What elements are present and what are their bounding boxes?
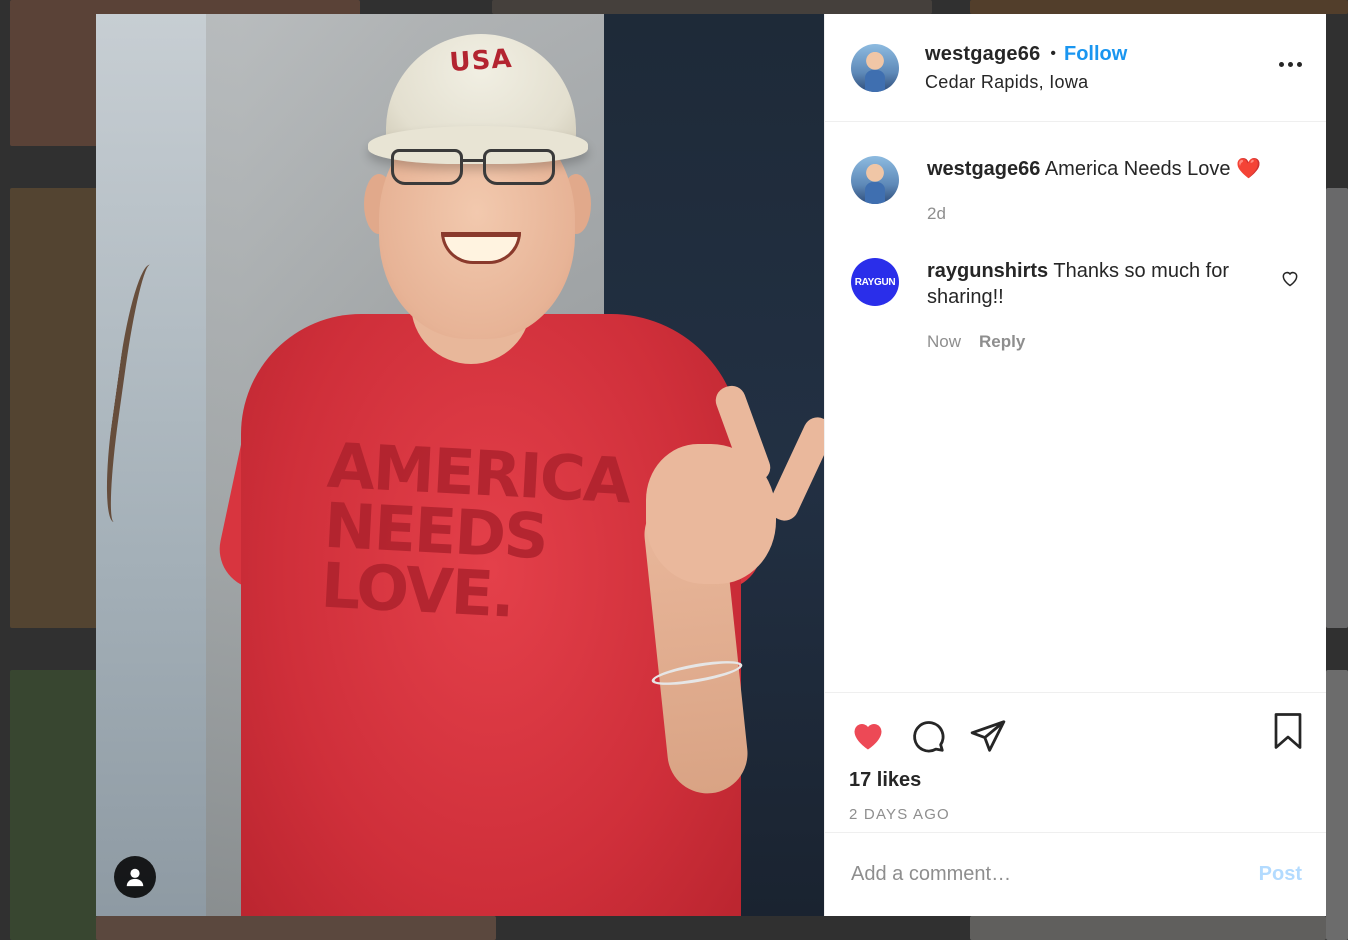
post-actions: 17 likes 2 DAYS AGO	[825, 692, 1326, 832]
comment-text: America Needs Love ❤️	[1044, 158, 1261, 180]
share-paper-plane-icon[interactable]	[969, 717, 1007, 755]
glasses-lens	[483, 149, 555, 185]
comment-username[interactable]: westgage66	[927, 158, 1040, 180]
tagged-user-icon	[126, 868, 144, 887]
comment-time[interactable]: Now	[927, 332, 961, 352]
post-photo[interactable]: AMERICA NEEDS LOVE. USA	[96, 14, 824, 916]
post-header: westgage66 • Follow Cedar Rapids, Iowa	[825, 14, 1326, 122]
author-avatar[interactable]	[851, 43, 899, 92]
shirt-text: AMERICA NEEDS LOVE.	[319, 429, 649, 633]
author-info: westgage66 • Follow Cedar Rapids, Iowa	[925, 43, 1127, 93]
post-side-panel: westgage66 • Follow Cedar Rapids, Iowa w…	[824, 14, 1326, 916]
comment-username[interactable]: raygunshirts	[927, 260, 1048, 282]
raygun-logo-text: RAYGUN	[854, 276, 896, 288]
heart-filled-icon[interactable]	[849, 718, 887, 754]
reply-button[interactable]: Reply	[979, 332, 1025, 352]
author-username[interactable]: westgage66	[925, 43, 1040, 66]
glasses-lens	[391, 149, 463, 185]
post-timestamp: 2 DAYS AGO	[849, 806, 950, 823]
bookmark-icon[interactable]	[1270, 711, 1306, 756]
finger	[764, 412, 824, 526]
comment-like-icon[interactable]	[1280, 268, 1300, 293]
add-comment-bar: Post	[825, 832, 1326, 916]
comment-bubble-icon[interactable]	[909, 717, 947, 755]
tagged-user-button[interactable]	[114, 856, 156, 898]
more-options-icon[interactable]	[1279, 62, 1302, 67]
comment-time[interactable]: 2d	[927, 204, 946, 224]
caption-comment: westgage66 America Needs Love ❤️ 2d	[851, 156, 1300, 224]
comment-avatar[interactable]	[851, 156, 899, 204]
glasses	[391, 149, 571, 189]
list-item: RAYGUN raygunshirts Thanks so much for s…	[851, 258, 1300, 352]
separator-dot: •	[1050, 45, 1056, 62]
comments-list: westgage66 America Needs Love ❤️ 2d RAYG…	[825, 122, 1326, 692]
cap-text: USA	[448, 43, 514, 79]
comment-input[interactable]	[851, 863, 1259, 886]
glasses-bridge	[463, 159, 483, 162]
photo-person: AMERICA NEEDS LOVE. USA	[96, 14, 824, 916]
post-modal: AMERICA NEEDS LOVE. USA westgage66 • Fol…	[96, 14, 1326, 916]
post-location[interactable]: Cedar Rapids, Iowa	[925, 72, 1127, 93]
comment-avatar[interactable]: RAYGUN	[851, 258, 899, 306]
post-comment-button[interactable]: Post	[1259, 863, 1302, 886]
likes-count[interactable]: 17 likes	[849, 769, 1302, 792]
follow-button[interactable]: Follow	[1064, 43, 1127, 66]
